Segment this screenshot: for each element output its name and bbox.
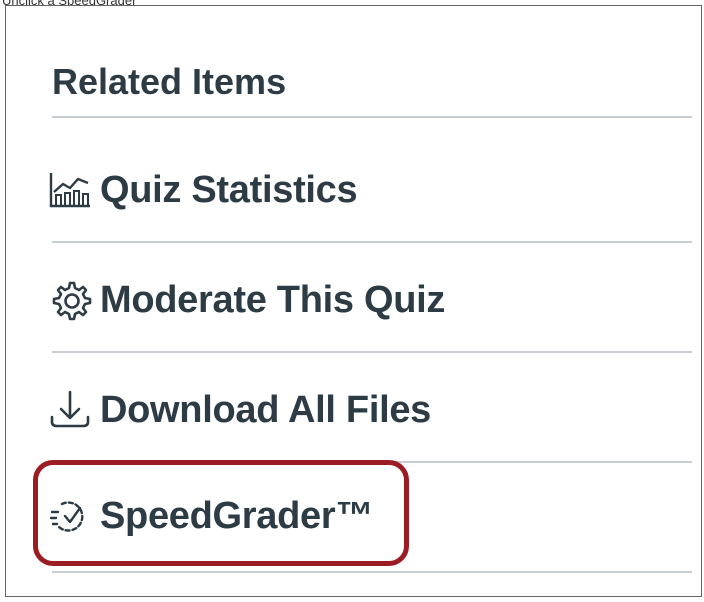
related-items-heading: Related Items [52, 61, 287, 102]
quiz-statistics-label: Quiz Statistics [100, 169, 358, 211]
divider [52, 571, 692, 573]
download-all-files-label: Download All Files [100, 389, 431, 431]
moderate-this-quiz-link[interactable]: Moderate This Quiz [48, 270, 445, 330]
moderate-this-quiz-label: Moderate This Quiz [100, 279, 446, 321]
divider [52, 241, 692, 243]
speedgrader-highlight-box [33, 460, 409, 566]
quiz-statistics-link[interactable]: Quiz Statistics [48, 160, 358, 220]
divider [52, 351, 692, 353]
divider [52, 116, 692, 118]
download-all-files-link[interactable]: Download All Files [48, 380, 431, 440]
statistics-chart-icon [48, 170, 100, 210]
download-icon [48, 390, 100, 430]
gear-icon [48, 280, 100, 321]
